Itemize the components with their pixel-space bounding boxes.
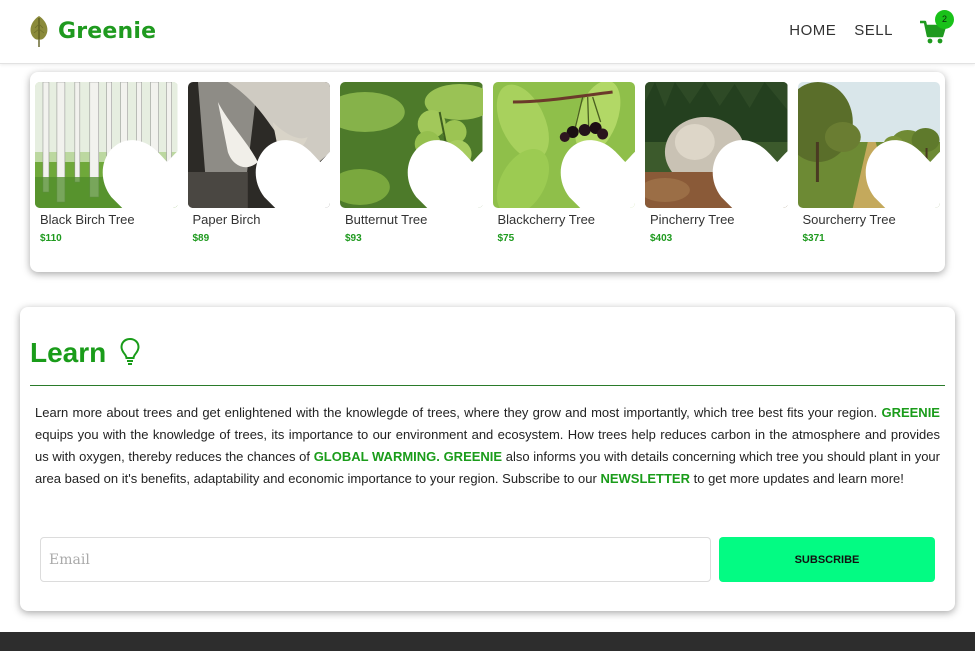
product-image-butternut-fruit xyxy=(340,82,483,208)
top-navbar: Greenie HOME SELL 2 xyxy=(0,0,975,64)
heart-icon[interactable] xyxy=(706,134,788,208)
greenie-highlight: GREENIE xyxy=(881,405,940,420)
product-name: Blackcherry Tree xyxy=(497,212,596,227)
newsletter-highlight: NEWSLETTER xyxy=(600,471,690,486)
product-name: Paper Birch xyxy=(192,212,261,227)
product-card[interactable]: Butternut Tree $93 xyxy=(340,82,483,244)
learn-section: Learn Learn more about trees and get enl… xyxy=(20,307,955,611)
product-card[interactable]: Black Birch Tree $110 xyxy=(35,82,178,244)
main-nav: HOME SELL xyxy=(789,22,893,39)
heart-icon[interactable] xyxy=(554,134,636,208)
nav-home-link[interactable]: HOME xyxy=(789,22,836,39)
product-price: $110 xyxy=(40,233,62,244)
learn-text-intro: Learn more about trees and get enlighten… xyxy=(35,405,878,420)
email-input[interactable] xyxy=(40,537,711,582)
product-image-cherry-orchard xyxy=(797,82,941,208)
product-image-pincherry-shrub xyxy=(645,82,788,208)
product-price: $371 xyxy=(802,233,825,244)
heart-icon[interactable] xyxy=(249,134,331,208)
product-name: Butternut Tree xyxy=(345,212,428,227)
product-image-birch-forest xyxy=(35,82,178,208)
product-name: Sourcherry Tree xyxy=(802,212,896,227)
product-price: $403 xyxy=(650,233,673,244)
product-card[interactable]: Pincherry Tree $403 xyxy=(645,82,788,244)
cart-button[interactable]: 2 xyxy=(919,10,954,48)
subscribe-button[interactable]: SUBSCRIBE xyxy=(719,537,935,582)
section-divider xyxy=(30,385,945,386)
product-image-black-cherries xyxy=(492,82,636,208)
leaf-logo-icon xyxy=(30,16,48,47)
nav-sell-link[interactable]: SELL xyxy=(854,22,893,39)
learn-text-outro: to get more updates and learn more! xyxy=(690,471,904,486)
brand-logo-link[interactable]: Greenie xyxy=(28,14,156,48)
learn-title: Learn xyxy=(30,337,107,368)
heart-icon[interactable] xyxy=(96,134,178,208)
product-card[interactable]: Sourcherry Tree $371 xyxy=(797,82,941,244)
heart-icon[interactable] xyxy=(859,134,941,208)
product-price: $75 xyxy=(497,233,515,244)
footer xyxy=(0,632,975,651)
greenie-highlight: GREENIE xyxy=(443,449,503,464)
global-warming-highlight: GLOBAL WARMING. xyxy=(313,449,440,464)
brand-name: Greenie xyxy=(58,18,157,44)
product-carousel: Black Birch Tree $110 Paper Birch $89 Bu… xyxy=(30,72,945,272)
heart-icon[interactable] xyxy=(401,134,483,208)
cart-count-badge: 2 xyxy=(935,10,954,29)
product-card[interactable]: Blackcherry Tree $75 xyxy=(492,82,636,244)
learn-paragraph: Learn more about trees and get enlighten… xyxy=(35,402,940,490)
product-name: Pincherry Tree xyxy=(650,212,735,227)
product-price: $93 xyxy=(345,233,362,244)
lightbulb-icon xyxy=(120,337,140,365)
product-price: $89 xyxy=(192,233,210,244)
product-name: Black Birch Tree xyxy=(40,212,135,227)
product-image-birch-bark xyxy=(187,82,331,208)
product-card[interactable]: Paper Birch $89 xyxy=(187,82,331,244)
